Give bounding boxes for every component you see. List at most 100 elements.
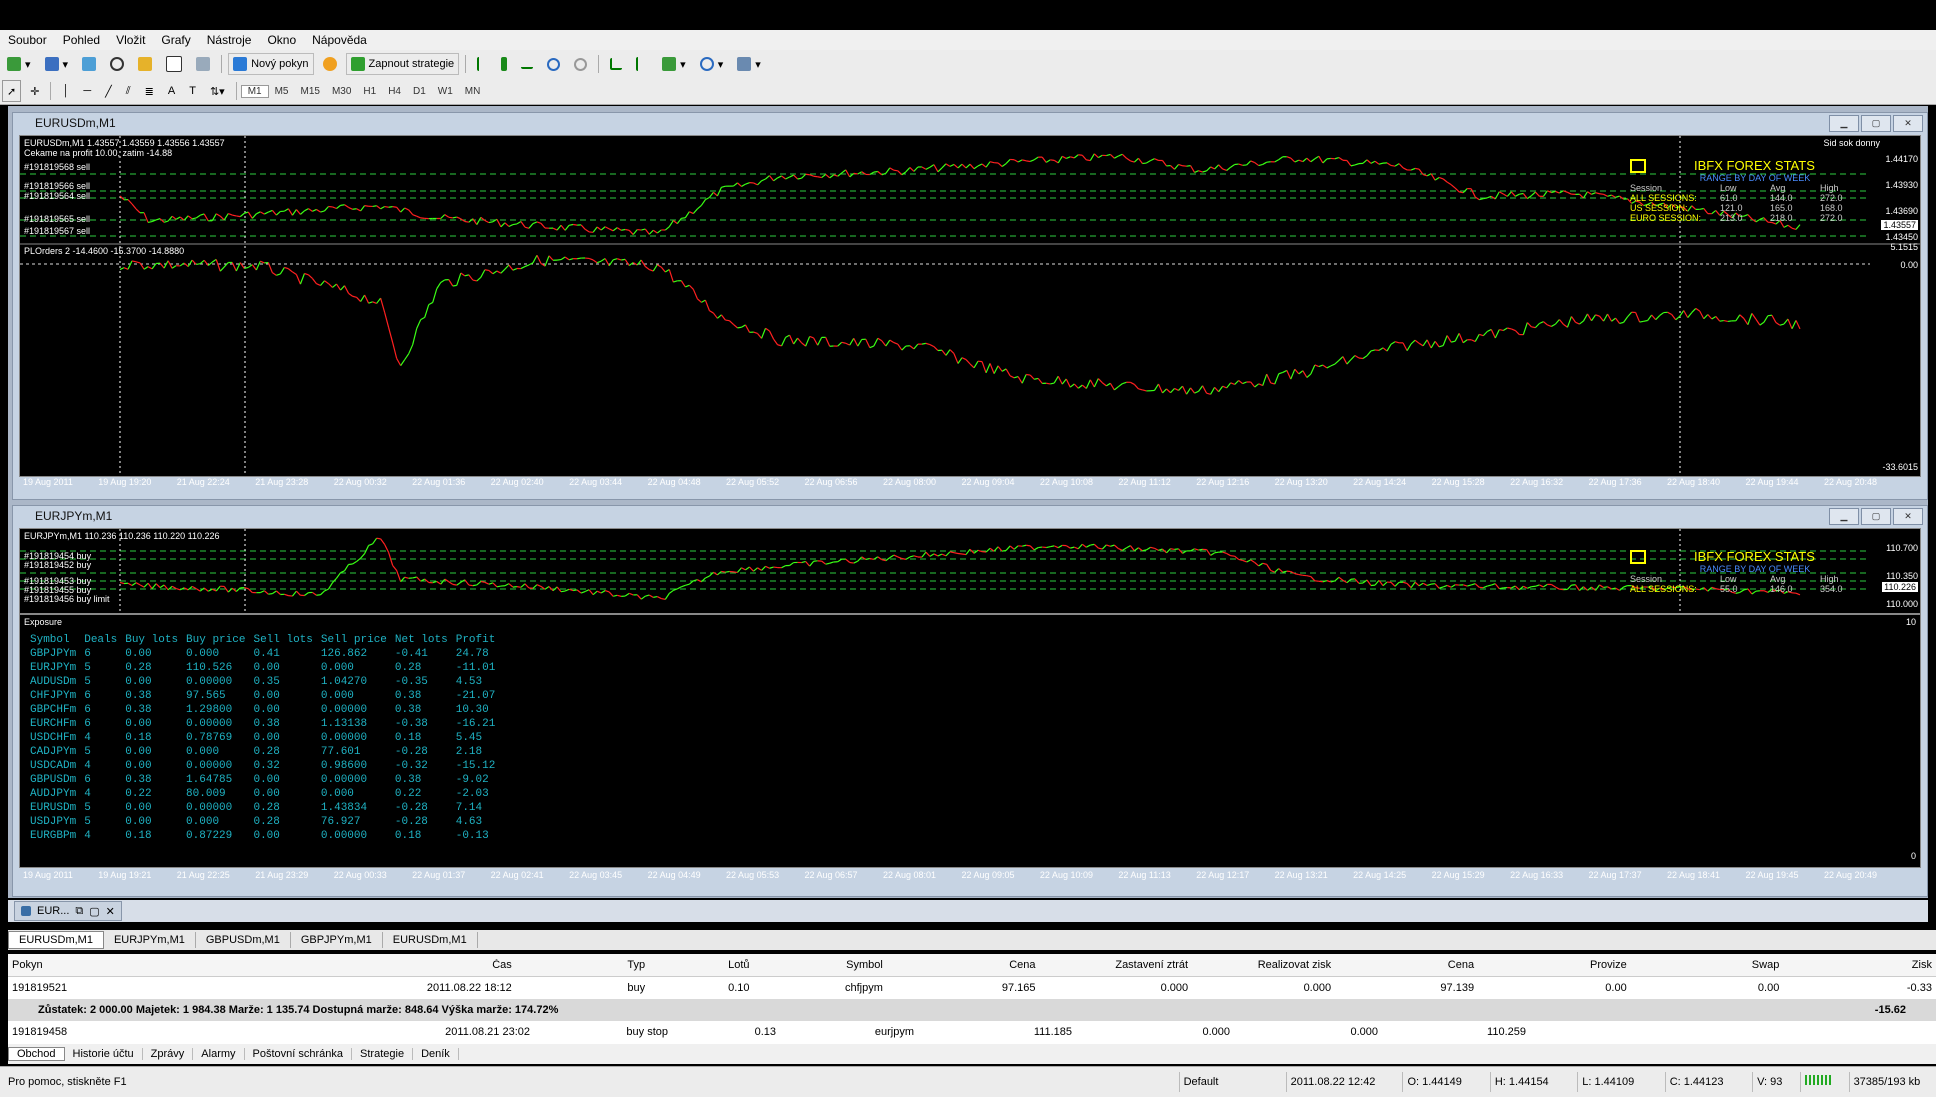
col-type[interactable]: Typ [516, 959, 649, 971]
channel-button[interactable]: ⫽ [121, 80, 136, 102]
label-button[interactable]: T [184, 80, 201, 102]
navigator-button[interactable] [133, 53, 157, 75]
periods-button[interactable]: ▾ [695, 53, 729, 75]
maximize-icon[interactable]: ▢ [89, 905, 99, 918]
col-current-price[interactable]: Cena [1335, 959, 1478, 971]
tf-h4[interactable]: H4 [382, 86, 407, 97]
menu-napoveda[interactable]: Nápověda [304, 33, 375, 47]
price-chart-area[interactable]: EURUSDm,M1 1.43557 1.43559 1.43556 1.435… [19, 135, 1921, 477]
price-line-segment [1323, 159, 1327, 163]
window-title-bar[interactable]: EURJPYm,M1 ▁▢✕ [13, 506, 1927, 526]
restore-icon[interactable]: ⧉ [75, 905, 83, 918]
maximize-button[interactable]: ▢ [1861, 115, 1891, 132]
candlestick-button[interactable] [496, 53, 512, 75]
price-line-segment [886, 558, 890, 561]
menu-pohled[interactable]: Pohled [55, 33, 108, 47]
window-title-bar[interactable]: EURUSDm,M1 ▁▢✕ [13, 113, 1927, 133]
tab-journal[interactable]: Deník [413, 1048, 459, 1060]
exposure-cell: 1.04270 [319, 675, 393, 689]
new-order-button[interactable]: Nový pokyn [228, 53, 313, 75]
bar-chart-button[interactable] [472, 53, 492, 75]
table-row[interactable]: 191819458 2011.08.21 23:02 buy stop 0.13… [8, 1021, 1936, 1043]
menu-nastroje[interactable]: Nástroje [199, 33, 260, 47]
price-chart-area[interactable]: EURJPYm,M1 110.236 110.236 110.220 110.2… [19, 528, 1921, 614]
col-commission[interactable]: Provize [1478, 959, 1631, 971]
line-chart-button[interactable] [516, 53, 538, 75]
minimize-button[interactable]: ▁ [1829, 115, 1859, 132]
zoom-in-button[interactable] [542, 53, 565, 75]
tf-h1[interactable]: H1 [357, 86, 382, 97]
tab-experts[interactable]: Strategie [352, 1048, 413, 1060]
close-button[interactable]: ✕ [1893, 115, 1923, 132]
price-line-segment [681, 585, 685, 586]
tab-trade[interactable]: Obchod [8, 1047, 65, 1061]
tf-w1[interactable]: W1 [432, 86, 459, 97]
chart-tab[interactable]: GBPJPYm,M1 [291, 932, 383, 948]
tf-d1[interactable]: D1 [407, 86, 432, 97]
col-profit[interactable]: Zisk [1783, 959, 1936, 971]
tf-m15[interactable]: M15 [295, 86, 326, 97]
tf-m5[interactable]: M5 [269, 86, 295, 97]
tf-m1[interactable]: M1 [241, 85, 269, 98]
x-tick: 22 Aug 13:21 [1275, 870, 1328, 884]
tester-button[interactable] [191, 53, 215, 75]
tab-account-history[interactable]: Historie účtu [65, 1048, 143, 1060]
templates-button[interactable]: ▾ [732, 53, 766, 75]
maximize-button[interactable]: ▢ [1861, 508, 1891, 525]
exposure-panel[interactable]: Exposure 10 0 SymbolDealsBuy lotsBuy pri… [19, 614, 1921, 868]
chart-window-eurusd[interactable]: EURUSDm,M1 ▁▢✕ EURUSDm,M1 1.43557 1.4355… [12, 112, 1928, 500]
menu-soubor[interactable]: Soubor [0, 33, 55, 47]
cursor-button[interactable]: ➚ [2, 80, 21, 102]
profiles-button[interactable]: ▾ [40, 53, 74, 75]
chart-window-eurjpy[interactable]: EURJPYm,M1 ▁▢✕ EURJPYm,M1 110.236 110.23… [12, 505, 1928, 897]
indicator-line-segment [1728, 321, 1732, 322]
tf-mn[interactable]: MN [459, 86, 487, 97]
crosshair-button[interactable]: ✛ [25, 80, 44, 102]
arrows-button[interactable]: ⇅▾ [205, 80, 230, 102]
market-watch-button[interactable] [77, 53, 101, 75]
terminal-button[interactable] [161, 53, 187, 75]
col-take-profit[interactable]: Realizovat zisk [1192, 959, 1335, 971]
chart-shift-button[interactable] [631, 53, 653, 75]
close-icon[interactable]: ✕ [106, 905, 115, 918]
waiting-text: Cekame na profit 10.00, zatim -14.88 [24, 148, 172, 158]
minimize-button[interactable]: ▁ [1829, 508, 1859, 525]
chart-tab[interactable]: EURUSDm,M1 [383, 932, 478, 948]
menu-okno[interactable]: Okno [259, 33, 304, 47]
col-symbol[interactable]: Symbol [754, 959, 887, 971]
new-chart-button[interactable]: ▾ [2, 53, 36, 75]
chart-tab[interactable]: GBPUSDm,M1 [196, 932, 291, 948]
col-stop-loss[interactable]: Zastavení ztrát [1039, 959, 1192, 971]
data-window-button[interactable] [105, 53, 129, 75]
menu-vlozit[interactable]: Vložit [108, 33, 153, 47]
horizontal-line-button[interactable]: ─ [78, 80, 96, 102]
tf-m30[interactable]: M30 [326, 86, 357, 97]
metaeditor-button[interactable] [318, 53, 342, 75]
zoom-out-button[interactable] [569, 53, 592, 75]
menu-grafy[interactable]: Grafy [153, 33, 198, 47]
col-order[interactable]: Pokyn [8, 959, 199, 971]
tab-news[interactable]: Zprávy [143, 1048, 194, 1060]
close-button[interactable]: ✕ [1893, 508, 1923, 525]
tab-mailbox[interactable]: Poštovní schránka [245, 1048, 353, 1060]
auto-trading-button[interactable]: Zapnout strategie [346, 53, 460, 75]
autoscroll-button[interactable] [605, 53, 627, 75]
col-lots[interactable]: Lotů [649, 959, 753, 971]
minimized-window[interactable]: EUR... ⧉ ▢ ✕ [14, 901, 122, 921]
indicator-line-segment [1720, 321, 1724, 322]
chart-tab[interactable]: EURUSDm,M1 [8, 931, 104, 949]
table-row[interactable]: 191819521 2011.08.22 18:12 buy 0.10 chfj… [8, 977, 1936, 999]
stats-cell: 168.0 [1820, 203, 1870, 213]
vertical-line-button[interactable]: │ [57, 80, 74, 102]
col-time[interactable]: Čas [199, 959, 516, 971]
text-button[interactable]: A [163, 80, 180, 102]
fibonacci-button[interactable]: ≣ [140, 80, 159, 102]
indicators-button[interactable]: ▾ [657, 53, 691, 75]
trendline-button[interactable]: ╱ [100, 80, 117, 102]
col-swap[interactable]: Swap [1631, 959, 1784, 971]
col-price[interactable]: Cena [887, 959, 1040, 971]
tab-alerts[interactable]: Alarmy [193, 1048, 244, 1060]
price-line-segment [1130, 546, 1134, 551]
chart-tab[interactable]: EURJPYm,M1 [104, 932, 196, 948]
price-line-segment [473, 585, 477, 586]
